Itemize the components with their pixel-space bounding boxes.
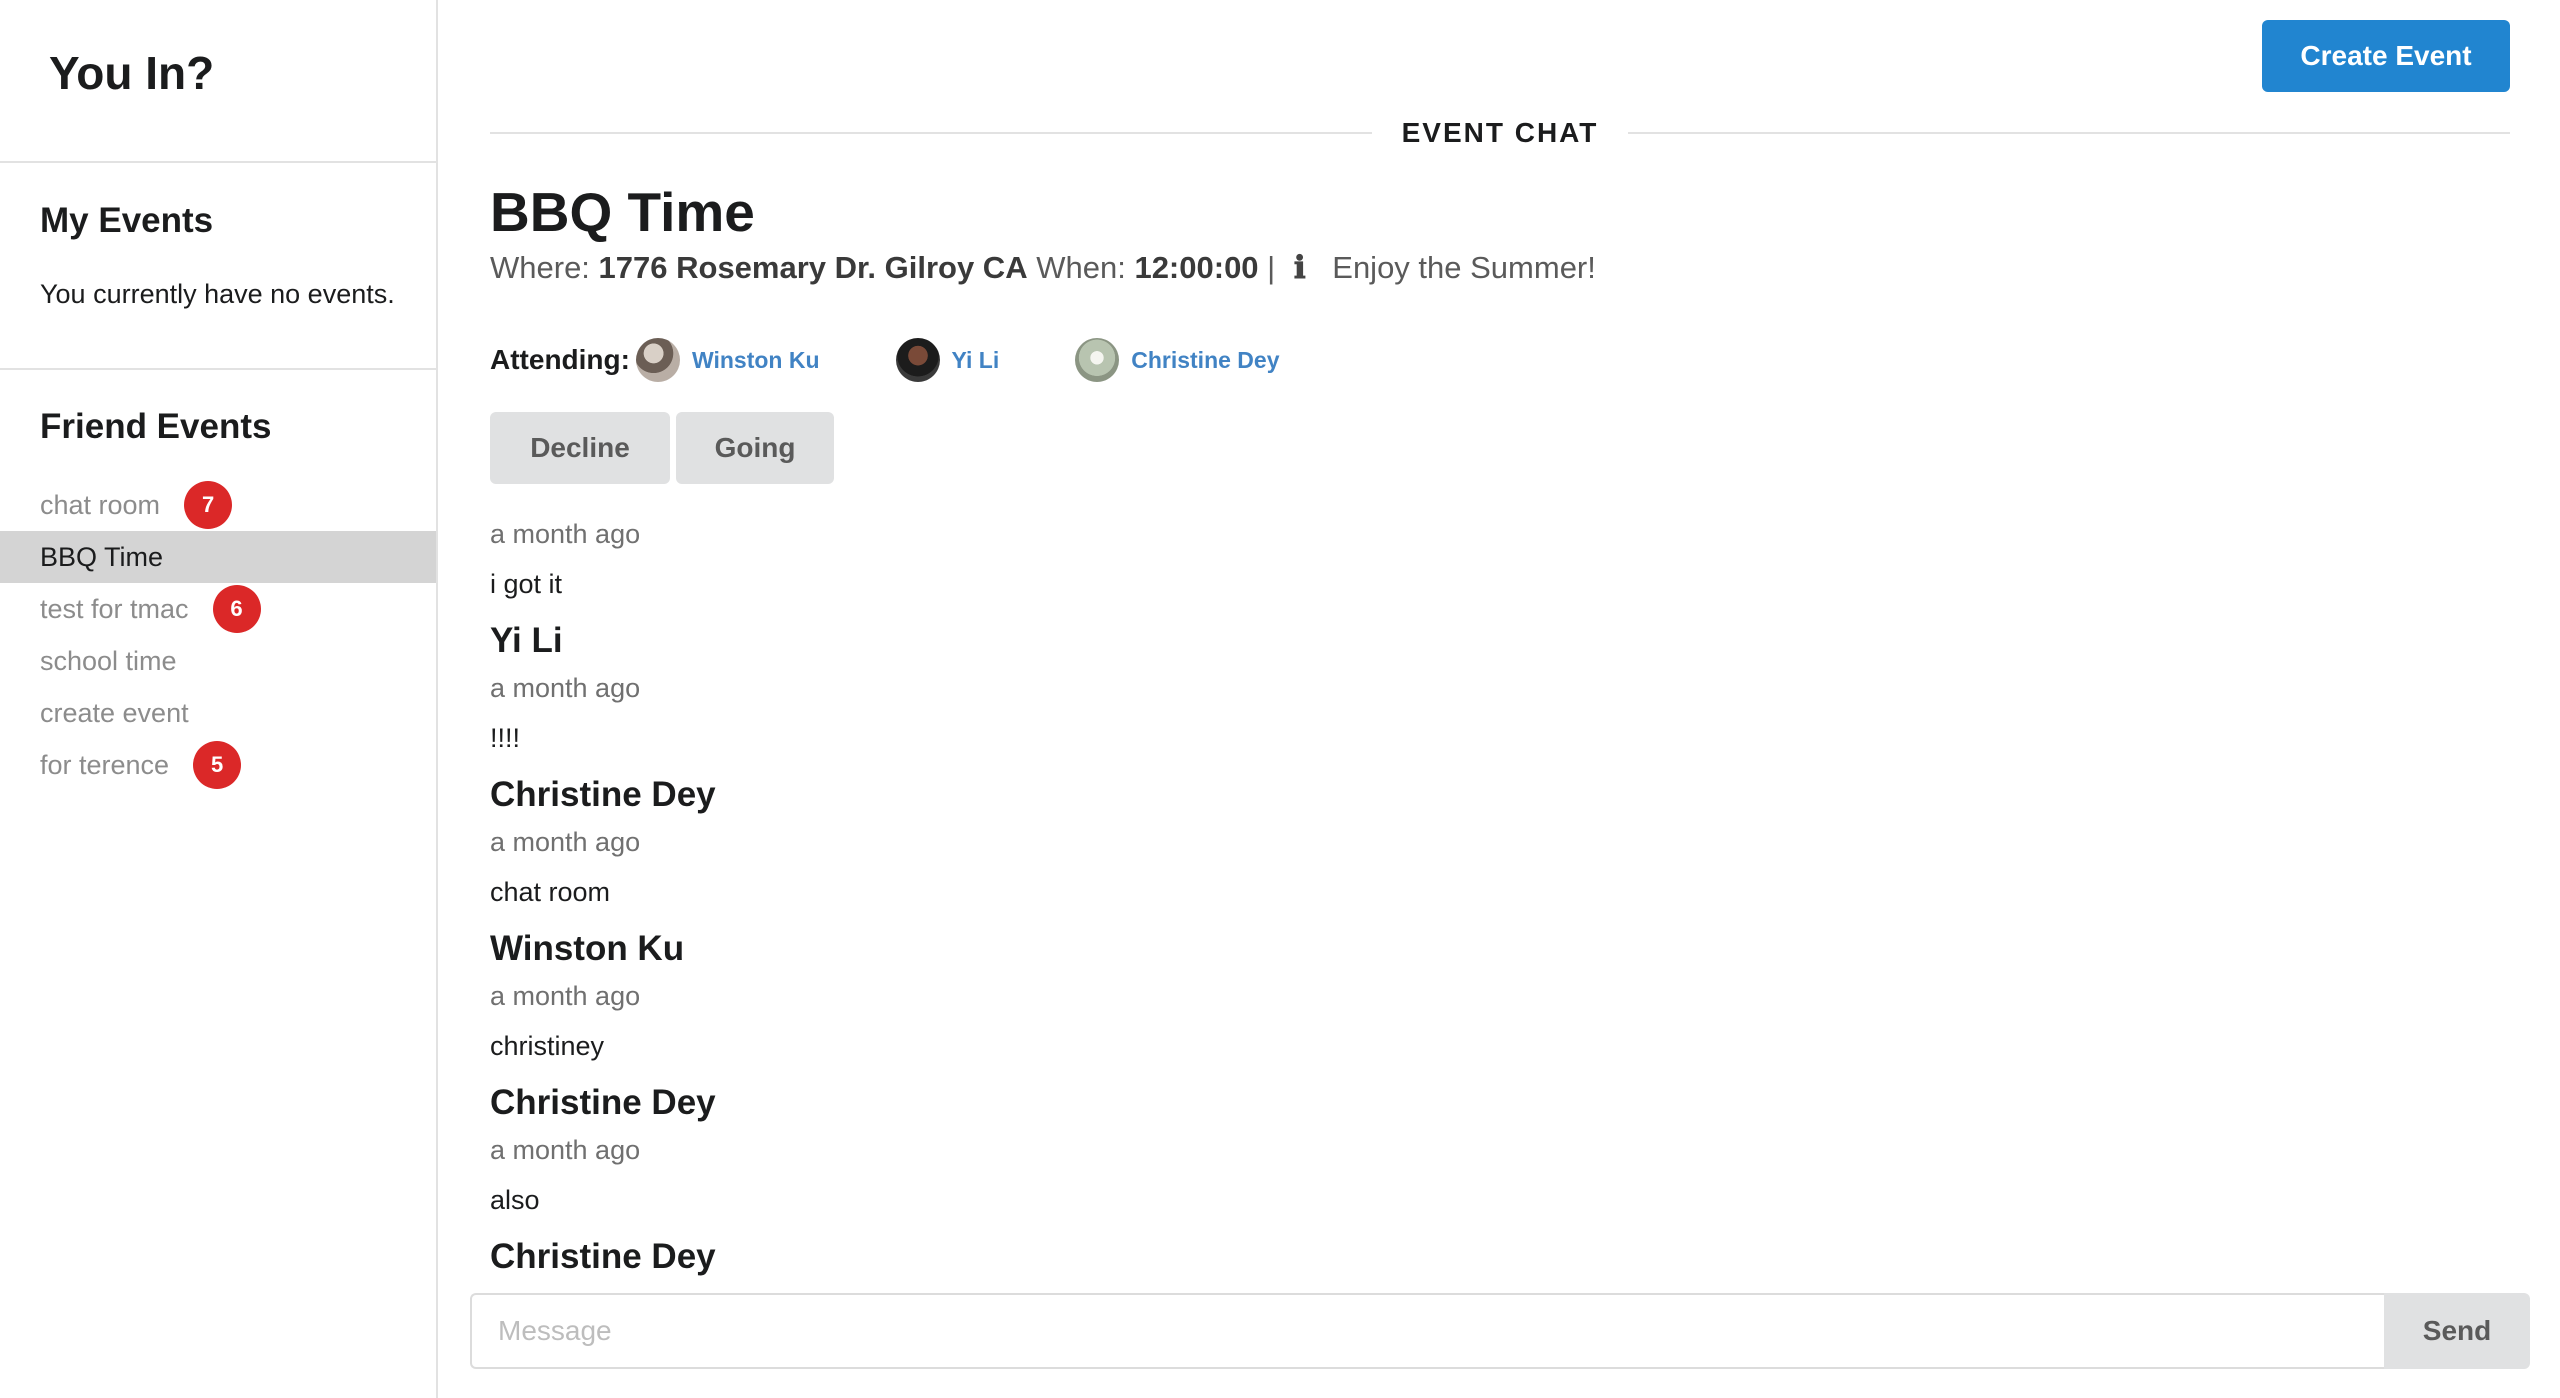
message-text: !!!! bbox=[490, 723, 521, 753]
message-text: i got it bbox=[490, 569, 563, 599]
divider-line bbox=[1628, 132, 2511, 134]
attendee[interactable]: Winston Ku bbox=[635, 338, 820, 382]
message-time: a month ago bbox=[490, 1135, 641, 1165]
sidebar: You In? My Events You currently have no … bbox=[0, 0, 438, 1398]
friend-event-label: BBQ Time bbox=[40, 541, 164, 572]
chat-message: Yi Li a month ago !!!! bbox=[490, 618, 2510, 764]
message-composer: Send bbox=[470, 1293, 2530, 1369]
friend-event-item[interactable]: test for tmac 6 bbox=[0, 583, 436, 635]
event-title: BBQ Time bbox=[490, 181, 755, 243]
friend-event-item-active[interactable]: BBQ Time bbox=[0, 531, 436, 583]
attendee-name[interactable]: Winston Ku bbox=[692, 347, 820, 374]
friend-event-label: chat room bbox=[40, 489, 161, 520]
chat-message: Christine Dey a month ago also bbox=[490, 1080, 2510, 1226]
message-time: a month ago bbox=[490, 827, 641, 857]
unread-badge: 6 bbox=[212, 585, 261, 633]
avatar bbox=[895, 338, 940, 382]
message-time: a month ago bbox=[490, 673, 641, 703]
friend-event-label: school time bbox=[40, 645, 177, 676]
event-details: Where: 1776 Rosemary Dr. Gilroy CA When:… bbox=[490, 250, 1596, 286]
main-panel: Create Event EVENT CHAT BBQ Time Where: … bbox=[440, 0, 2560, 1398]
attendee[interactable]: Yi Li bbox=[895, 338, 1000, 382]
message-time: a month ago bbox=[490, 981, 641, 1011]
chat-message: Christine Dey bbox=[490, 1234, 2510, 1280]
avatar bbox=[635, 338, 680, 382]
section-divider: EVENT CHAT bbox=[490, 117, 2511, 148]
no-events-text: You currently have no events. bbox=[40, 279, 395, 309]
message-author: Christine Dey bbox=[490, 1237, 716, 1276]
friend-event-label: for terence bbox=[40, 749, 170, 780]
send-button[interactable]: Send bbox=[2384, 1293, 2530, 1369]
create-event-button[interactable]: Create Event bbox=[2262, 20, 2510, 92]
message-input[interactable] bbox=[470, 1293, 2384, 1369]
friend-event-label: create event bbox=[40, 697, 189, 728]
friend-event-item[interactable]: create event bbox=[0, 687, 436, 739]
attendee-name[interactable]: Yi Li bbox=[952, 347, 1000, 374]
where-label: Where: bbox=[490, 250, 590, 285]
where-value: 1776 Rosemary Dr. Gilroy CA bbox=[598, 250, 1028, 285]
event-description: Enjoy the Summer! bbox=[1332, 250, 1596, 285]
friend-event-item[interactable]: for terence 5 bbox=[0, 739, 436, 791]
separator: | bbox=[1267, 250, 1276, 285]
friend-event-label: test for tmac bbox=[40, 593, 189, 624]
attending-label: Attending: bbox=[490, 344, 630, 375]
unread-badge: 7 bbox=[184, 481, 233, 529]
friend-event-item[interactable]: school time bbox=[0, 635, 436, 687]
my-events-title: My Events bbox=[40, 201, 214, 240]
friend-events-title: Friend Events bbox=[40, 407, 272, 446]
message-text: christiney bbox=[490, 1031, 605, 1061]
app-title[interactable]: You In? bbox=[0, 0, 436, 163]
friend-events-section: Friend Events chat room 7 BBQ Time test … bbox=[0, 370, 436, 791]
divider-line bbox=[490, 132, 1372, 134]
message-text: chat room bbox=[490, 877, 611, 907]
attendee-name[interactable]: Christine Dey bbox=[1131, 347, 1279, 374]
chat-messages[interactable]: a month ago i got it Yi Li a month ago !… bbox=[490, 510, 2510, 1280]
my-events-section: My Events You currently have no events. bbox=[0, 163, 436, 370]
decline-button[interactable]: Decline bbox=[490, 412, 670, 484]
chat-message: Christine Dey a month ago chat room bbox=[490, 772, 2510, 918]
going-button[interactable]: Going bbox=[676, 412, 834, 484]
message-author: Christine Dey bbox=[490, 775, 716, 814]
avatar bbox=[1075, 338, 1120, 382]
rsvp-buttons: Decline Going bbox=[490, 412, 834, 484]
info-icon: ℹ bbox=[1293, 250, 1306, 286]
when-label: When: bbox=[1036, 250, 1126, 285]
message-text: also bbox=[490, 1185, 540, 1215]
friend-event-item[interactable]: chat room 7 bbox=[0, 479, 436, 531]
message-time: a month ago bbox=[490, 519, 641, 549]
attendee[interactable]: Christine Dey bbox=[1075, 338, 1280, 382]
chat-message: a month ago i got it bbox=[490, 510, 2510, 610]
unread-badge: 5 bbox=[193, 741, 242, 789]
chat-message: Winston Ku a month ago christiney bbox=[490, 926, 2510, 1072]
event-chat-heading: EVENT CHAT bbox=[1401, 117, 1599, 148]
message-author: Winston Ku bbox=[490, 929, 685, 968]
message-author: Yi Li bbox=[490, 621, 563, 660]
attending-row: Attending: Winston Ku Yi Li Christine De… bbox=[490, 338, 1356, 382]
when-value: 12:00:00 bbox=[1134, 250, 1259, 285]
message-author: Christine Dey bbox=[490, 1083, 716, 1122]
